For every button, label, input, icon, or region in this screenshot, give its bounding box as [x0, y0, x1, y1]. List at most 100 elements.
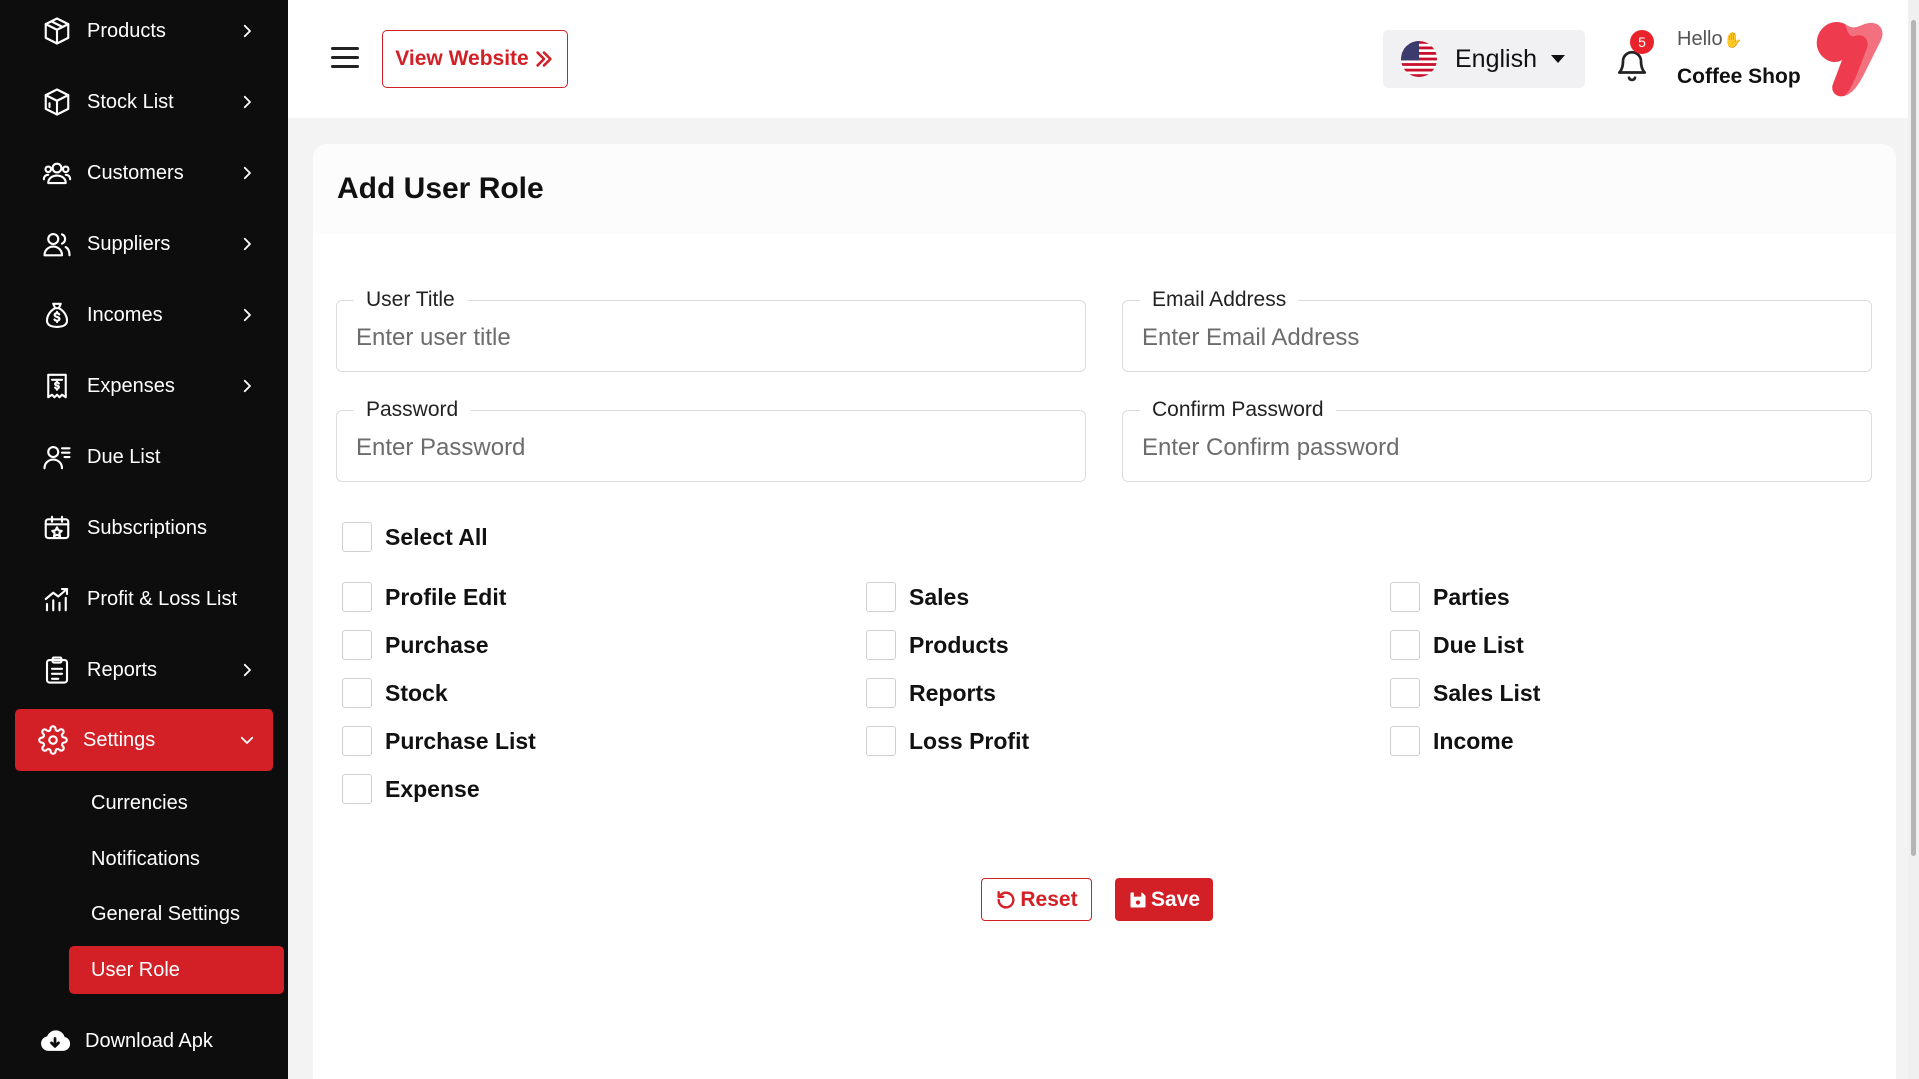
gear-icon [37, 724, 69, 756]
checkbox-box[interactable] [342, 582, 372, 612]
sidebar-item-settings[interactable]: Settings [15, 709, 273, 771]
card-header: Add User Role [313, 144, 1896, 234]
checkbox-box[interactable] [1390, 678, 1420, 708]
permission-checkbox[interactable]: Loss Profit [866, 726, 1029, 756]
permission-checkbox[interactable]: Expense [342, 774, 480, 804]
email-field: Email Address [1122, 288, 1872, 372]
chevron-right-icon [235, 658, 259, 682]
sidebar-item-due-list[interactable]: Due List [15, 426, 273, 488]
checkbox-box[interactable] [342, 678, 372, 708]
page-title: Add User Role [337, 172, 544, 205]
subscription-icon [41, 512, 73, 544]
permission-checkbox[interactable]: Parties [1390, 582, 1510, 612]
checkbox-label: Reports [909, 679, 996, 706]
caret-down-icon [1551, 55, 1565, 63]
stock-box-icon [41, 86, 73, 118]
sidebar-item-download-apk[interactable]: Download Apk [15, 1010, 273, 1072]
chevron-right-icon [235, 374, 259, 398]
email-label: Email Address [1140, 288, 1299, 312]
confirm-password-field: Confirm Password [1122, 398, 1872, 482]
sidebar-item-products[interactable]: Products [15, 0, 273, 62]
chevron-right-icon [235, 19, 259, 43]
password-input[interactable] [356, 431, 1056, 465]
permission-checkbox[interactable]: Sales [866, 582, 969, 612]
sidebar-item-label: Subscriptions [87, 516, 208, 539]
select-all-checkbox[interactable]: Select All [342, 522, 488, 552]
checkbox-box[interactable] [342, 522, 372, 552]
confirm-password-label: Confirm Password [1140, 398, 1336, 422]
checkbox-box[interactable] [342, 774, 372, 804]
sidebar-item-subscriptions[interactable]: Subscriptions [15, 497, 273, 559]
sidebar-item-label: Settings [83, 728, 156, 751]
sidebar-item-label: Profit & Loss List [87, 587, 238, 610]
sidebar-item-stock-list[interactable]: Stock List [15, 71, 273, 133]
box-icon [41, 15, 73, 47]
permission-checkbox[interactable]: Stock [342, 678, 448, 708]
floppy-disk-icon [1130, 892, 1146, 907]
sidebar-item-label: Customers [87, 161, 184, 184]
scrollbar-thumb[interactable] [1911, 20, 1916, 856]
sidebar-item-profit-loss-list[interactable]: Profit & Loss List [15, 568, 273, 630]
greeting-text: Hello✋ [1677, 28, 1743, 50]
checkbox-box[interactable] [866, 630, 896, 660]
save-label: Save [1150, 887, 1201, 911]
language-selector[interactable]: English [1383, 30, 1585, 88]
money-bag-icon [41, 299, 73, 331]
permission-checkbox[interactable]: Sales List [1390, 678, 1540, 708]
permission-checkbox[interactable]: Reports [866, 678, 996, 708]
permission-checkbox[interactable]: Due List [1390, 630, 1524, 660]
checkbox-box[interactable] [1390, 726, 1420, 756]
checkbox-label: Parties [1433, 583, 1510, 610]
top-header: View Website English 5 Hello✋ Coffee Sho… [288, 0, 1919, 118]
save-button[interactable]: Save [1115, 878, 1213, 921]
checkbox-label: Purchase [385, 631, 489, 658]
page-scrollbar[interactable] [1908, 0, 1919, 1079]
view-website-button[interactable]: View Website [382, 30, 568, 88]
checkbox-box[interactable] [342, 630, 372, 660]
sidebar-item-label: Stock List [87, 90, 174, 113]
sidebar-item-incomes[interactable]: Incomes [15, 284, 273, 346]
sidebar-subitem-user-role[interactable]: User Role [69, 946, 284, 994]
menu-toggle-icon[interactable] [331, 45, 361, 69]
sidebar-item-label: Download Apk [85, 1029, 213, 1052]
checkbox-box[interactable] [866, 726, 896, 756]
sidebar-item-customers[interactable]: Customers [15, 142, 273, 204]
sidebar-item-reports[interactable]: Reports [15, 639, 273, 701]
permission-checkbox[interactable]: Products [866, 630, 1009, 660]
reset-label: Reset [1020, 887, 1078, 911]
checkbox-label: Due List [1433, 631, 1524, 658]
sidebar-item-suppliers[interactable]: Suppliers [15, 213, 273, 275]
chevron-right-icon [235, 303, 259, 327]
users-icon [41, 157, 73, 189]
email-input[interactable] [1142, 321, 1842, 355]
user-list-icon [41, 441, 73, 473]
user-title-label: User Title [354, 288, 467, 312]
checkbox-label: Income [1433, 727, 1514, 754]
sidebar-subitem-notifications[interactable]: Notifications [69, 835, 284, 883]
checkbox-box[interactable] [342, 726, 372, 756]
sidebar-subitem-general-settings[interactable]: General Settings [69, 890, 284, 938]
checkbox-label: Loss Profit [909, 727, 1030, 754]
checkbox-box[interactable] [1390, 630, 1420, 660]
reset-button[interactable]: Reset [981, 878, 1092, 921]
checkbox-label: Purchase List [385, 727, 536, 754]
sidebar-item-expenses[interactable]: Expenses [15, 355, 273, 417]
user-title-field: User Title [336, 288, 1086, 372]
checkbox-box[interactable] [866, 582, 896, 612]
supplier-icon [41, 228, 73, 260]
permission-checkbox[interactable]: Purchase List [342, 726, 536, 756]
confirm-password-input[interactable] [1142, 431, 1842, 465]
checkbox-label: Sales List [1433, 679, 1541, 706]
checkbox-label: Profile Edit [385, 583, 507, 610]
permission-checkbox[interactable]: Purchase [342, 630, 489, 660]
chevron-right-icon [235, 232, 259, 256]
permission-checkbox[interactable]: Income [1390, 726, 1514, 756]
sidebar-subitem-currencies[interactable]: Currencies [69, 779, 284, 827]
double-chevron-right-icon [536, 51, 552, 67]
user-title-input[interactable] [356, 321, 1056, 355]
checkbox-label: Stock [385, 679, 448, 706]
permission-checkbox[interactable]: Profile Edit [342, 582, 506, 612]
checkbox-box[interactable] [866, 678, 896, 708]
checkbox-box[interactable] [1390, 582, 1420, 612]
chevron-right-icon [235, 90, 259, 114]
